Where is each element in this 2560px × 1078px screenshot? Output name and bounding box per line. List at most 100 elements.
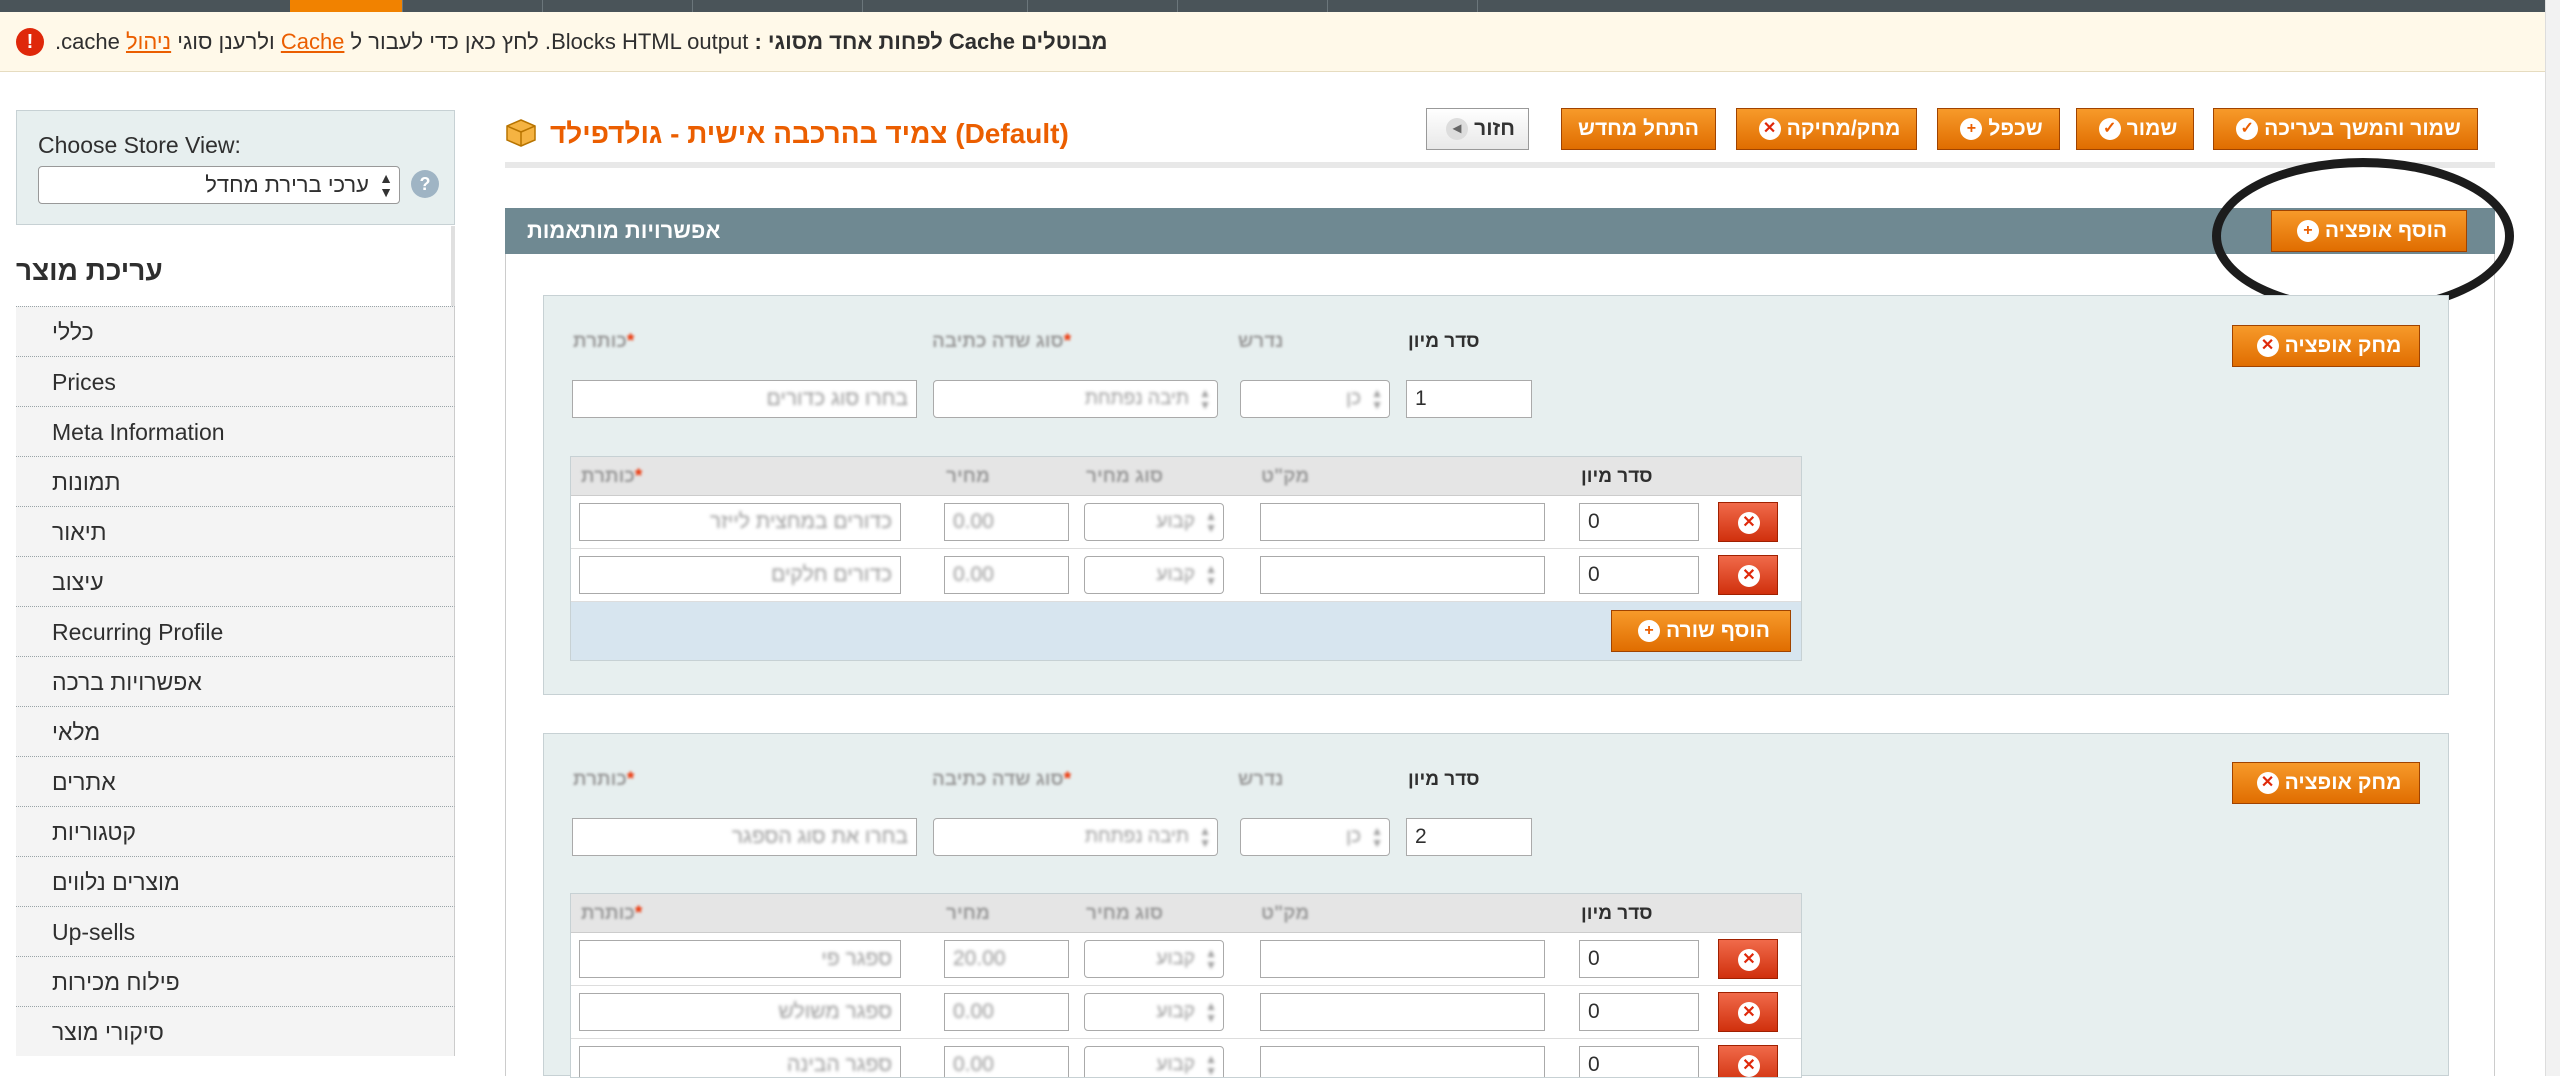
- window-scrollbar[interactable]: [2545, 0, 2560, 1076]
- page-title: צמיד בהרכבה אישית - גולדפילד (Default): [550, 118, 1069, 149]
- row-title-input[interactable]: כדורים במחצית לייזר: [579, 503, 901, 541]
- delete-x-icon: ✕: [1738, 949, 1760, 971]
- required-select[interactable]: כן ▲ ▼: [1240, 818, 1390, 856]
- sidebar-item-inventory[interactable]: מלאי: [16, 706, 455, 756]
- row-price-type-select[interactable]: קבוע ▲ ▼: [1084, 1046, 1224, 1077]
- row-title-input[interactable]: ספגר הבינה: [579, 1046, 901, 1077]
- grid-sku-header: מק"ט: [1261, 903, 1310, 924]
- sidebar-tabs: כללי Prices Meta Information תמונות תיאו…: [16, 306, 455, 1056]
- row-sku-input[interactable]: [1260, 993, 1545, 1031]
- grid-sort-header: סדר מיון: [1581, 466, 1653, 487]
- row-price-type-select[interactable]: קבוע ▲ ▼: [1084, 503, 1224, 541]
- sort-order-input[interactable]: 1: [1406, 380, 1532, 418]
- row-title-input[interactable]: כדורים חלקים: [579, 556, 901, 594]
- duplicate-button[interactable]: שכפל+: [1937, 108, 2060, 150]
- sidebar-item-reviews[interactable]: סיקורי מוצר: [16, 1006, 455, 1056]
- delete-row-button[interactable]: ✕: [1718, 1045, 1778, 1077]
- grid-price-type-header: סוג מחיר: [1086, 903, 1164, 924]
- notice-mid: ולרענן סוגי: [171, 29, 281, 54]
- nav-tab[interactable]: [1327, 0, 1478, 12]
- row-price-input[interactable]: 0.00: [944, 993, 1069, 1031]
- row-price-type-select[interactable]: קבוע ▲ ▼: [1084, 993, 1224, 1031]
- sidebar-item-gift-options[interactable]: אפשרויות ברכה: [16, 656, 455, 706]
- input-type-label: *סוג שדה כתיבה: [932, 769, 1072, 790]
- row-price-input[interactable]: 20.00: [944, 940, 1069, 978]
- option-values-grid: סדר מיון מק"ט סוג מחיר מחיר *כותרת ✕ 0 ק…: [570, 893, 1802, 1078]
- row-sort-input[interactable]: 0: [1579, 1046, 1699, 1077]
- delete-button[interactable]: מחק/מחיקה✕: [1736, 108, 1917, 150]
- row-sku-input[interactable]: [1260, 1046, 1545, 1077]
- sidebar-item-description[interactable]: תיאור: [16, 506, 455, 556]
- row-title-input[interactable]: ספגר פי: [579, 940, 901, 978]
- required-select[interactable]: כן ▲ ▼: [1240, 380, 1390, 418]
- sidebar-item-images[interactable]: תמונות: [16, 456, 455, 506]
- sidebar-item-categories[interactable]: קטגוריות: [16, 806, 455, 856]
- back-button[interactable]: חזור◂: [1426, 108, 1529, 150]
- delete-row-button[interactable]: ✕: [1718, 939, 1778, 979]
- add-row-button[interactable]: הוסף שורה+: [1611, 610, 1791, 652]
- input-type-select[interactable]: תיבה נפתחת ▲ ▼: [933, 818, 1218, 856]
- nav-tab[interactable]: [0, 0, 291, 12]
- input-type-select[interactable]: תיבה נפתחת ▲ ▼: [933, 380, 1218, 418]
- nav-tab[interactable]: [692, 0, 863, 12]
- row-price-input[interactable]: 0.00: [944, 1046, 1069, 1077]
- row-sort-input[interactable]: 0: [1579, 503, 1699, 541]
- help-icon[interactable]: ?: [411, 170, 439, 198]
- sidebar-item-recurring[interactable]: Recurring Profile: [16, 606, 455, 656]
- grid-header: סדר מיון מק"ט סוג מחיר מחיר *כותרת: [571, 894, 1801, 933]
- sidebar-item-design[interactable]: עיצוב: [16, 556, 455, 606]
- sort-order-label: סדר מיון: [1408, 331, 1480, 352]
- row-price-type-select[interactable]: קבוע ▲ ▼: [1084, 940, 1224, 978]
- select-arrows-icon: ▲ ▼: [1371, 386, 1383, 412]
- sidebar-item-websites[interactable]: אתרים: [16, 756, 455, 806]
- error-icon: !: [16, 28, 44, 56]
- store-view-select[interactable]: ערכי ברירת מחדל ▲ ▼: [38, 166, 400, 204]
- sidebar-item-prices[interactable]: Prices: [16, 356, 455, 406]
- nav-tab-active[interactable]: [290, 0, 403, 12]
- row-sku-input[interactable]: [1260, 503, 1545, 541]
- row-sort-input[interactable]: 0: [1579, 993, 1699, 1031]
- title-label: *כותרת: [573, 331, 635, 352]
- nav-tab[interactable]: [402, 0, 543, 12]
- nav-tab[interactable]: [542, 0, 693, 12]
- sort-order-label: סדר מיון: [1408, 769, 1480, 790]
- delete-row-button[interactable]: ✕: [1718, 555, 1778, 595]
- store-view-value: ערכי ברירת מחדל: [205, 172, 369, 197]
- sidebar-heading-text: עריכת מוצר: [16, 255, 163, 286]
- row-sku-input[interactable]: [1260, 556, 1545, 594]
- row-sku-input[interactable]: [1260, 940, 1545, 978]
- nav-tab[interactable]: [862, 0, 1028, 12]
- delete-option-button[interactable]: מחק אופציה✕: [2232, 325, 2420, 367]
- back-label: חזור: [1474, 117, 1515, 140]
- row-price-type-select[interactable]: קבוע ▲ ▼: [1084, 556, 1224, 594]
- save-button[interactable]: שמור✓: [2076, 108, 2194, 150]
- sidebar-item-general[interactable]: כללי: [16, 306, 455, 356]
- delete-option-button[interactable]: מחק אופציה✕: [2232, 762, 2420, 804]
- nav-tab[interactable]: [1177, 0, 1328, 12]
- sidebar-item-related[interactable]: מוצרים נלווים: [16, 856, 455, 906]
- title-label: *כותרת: [573, 769, 635, 790]
- sidebar-item-meta[interactable]: Meta Information: [16, 406, 455, 456]
- sort-order-input[interactable]: 2: [1406, 818, 1532, 856]
- row-sort-input[interactable]: 0: [1579, 940, 1699, 978]
- plus-icon: +: [1960, 118, 1983, 141]
- delete-row-button[interactable]: ✕: [1718, 502, 1778, 542]
- table-row: ✕ 0 קבוע ▲ ▼ 0.00 ספגר הבינה: [571, 1039, 1801, 1077]
- row-price-input[interactable]: 0.00: [944, 503, 1069, 541]
- save-continue-button[interactable]: שמור והמשך בעריכה✓: [2213, 108, 2478, 150]
- sidebar-item-upsells[interactable]: Up-sells: [16, 906, 455, 956]
- delete-option-label: מחק אופציה: [2284, 771, 2402, 794]
- row-sort-input[interactable]: 0: [1579, 556, 1699, 594]
- cache-link[interactable]: Cache: [281, 29, 345, 54]
- reset-button[interactable]: התחל מחדש: [1561, 108, 1716, 150]
- highlight-circle: [2212, 158, 2514, 314]
- add-row-label: הוסף שורה: [1666, 619, 1770, 642]
- option-title-input[interactable]: בחרו את סוג הספגר: [572, 818, 917, 856]
- row-price-input[interactable]: 0.00: [944, 556, 1069, 594]
- sidebar-item-sales[interactable]: פילוח מכירות: [16, 956, 455, 1006]
- manage-link[interactable]: ניהול: [126, 29, 171, 54]
- row-title-input[interactable]: ספגר משולש: [579, 993, 901, 1031]
- delete-row-button[interactable]: ✕: [1718, 992, 1778, 1032]
- nav-tab[interactable]: [1027, 0, 1178, 12]
- option-title-input[interactable]: בחרו סוג כדורים: [572, 380, 917, 418]
